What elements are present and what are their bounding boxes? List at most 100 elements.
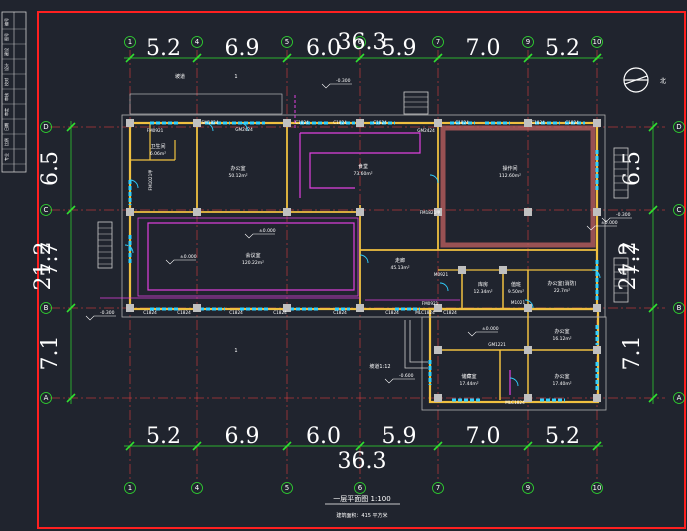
door-label: C1824 [455, 120, 469, 125]
room-label: 办公室16.12m² [552, 328, 571, 342]
svg-text:16.12m²: 16.12m² [552, 336, 571, 342]
column [593, 208, 601, 216]
overall-width-top: 36.3 [338, 30, 387, 55]
door-label: C1824 [229, 310, 243, 315]
title-strip-label: 设计 [3, 63, 9, 71]
grid-label-x: 5 [285, 38, 289, 46]
svg-text:-0.300: -0.300 [336, 78, 351, 84]
grid-label-x: 4 [195, 38, 200, 46]
bay-dim-x: 5.2 [146, 424, 181, 449]
north-arrow-icon: 北 [623, 67, 666, 93]
door-label: C1824 [333, 120, 347, 125]
svg-text:22.7m²: 22.7m² [554, 288, 570, 294]
grid-label-y: B [44, 304, 49, 312]
grid-label-x: 4 [195, 484, 200, 492]
annotation: 坡道1:12 [369, 363, 390, 370]
svg-text:±0.000: ±0.000 [482, 326, 499, 332]
room-label: 走廊45.13m² [390, 257, 409, 271]
grid-label-y: C [677, 206, 682, 214]
bay-dim-x: 6.0 [306, 424, 341, 449]
title-strip-label: 审定 [3, 108, 9, 116]
column [593, 119, 601, 127]
room-label: 会议室120.22m² [242, 252, 264, 266]
door-labels: FM0921 SM1824 GM2424 C1824 C1824 C1824 GM2424 C… [143, 120, 579, 405]
bay-dim-x: 6.9 [225, 36, 260, 61]
bay-dim-x: 6.9 [225, 424, 260, 449]
door-label: M1021 [511, 300, 526, 305]
svg-text:12.34m²: 12.34m² [473, 289, 492, 295]
door-label: FM0921 [422, 301, 439, 306]
title-strip-label: 图号 [3, 33, 9, 41]
svg-text:45.13m²: 45.13m² [390, 265, 409, 271]
door-label: C1824 [273, 310, 287, 315]
column [126, 119, 134, 127]
grid-label-x: 9 [526, 38, 530, 46]
door-swing [439, 282, 449, 292]
title-strip-label: 比例 [3, 138, 9, 146]
grid-label-x: 6 [358, 484, 363, 492]
elevation-mark: ±0.000 [165, 254, 197, 265]
column [434, 346, 442, 354]
column [283, 208, 291, 216]
bay-dim-y: 7.1 [620, 336, 645, 371]
title-strip-label: 建设 [3, 48, 9, 56]
grid-label-x: 10 [593, 484, 602, 492]
svg-text:办公室: 办公室 [554, 328, 569, 335]
room-label: 办公室17.40m² [552, 373, 571, 387]
column [524, 346, 532, 354]
column [593, 304, 601, 312]
grid-label-y: D [43, 123, 48, 131]
bay-dim-x: 5.2 [146, 36, 181, 61]
elevation-mark: -0.300 [321, 78, 352, 89]
svg-text:操作间: 操作间 [502, 165, 517, 172]
bay-dim-x: 6.0 [306, 36, 341, 61]
door-label: MLC1824 [415, 310, 435, 315]
north-label: 北 [660, 77, 666, 85]
svg-text:-0.600: -0.600 [399, 373, 414, 379]
floor-plan-drawing: 编号图号建设设计校对审核审定日期比例专业 1144556677991010 DD… [1, 11, 686, 529]
room-label: 值班9.50m² [508, 281, 524, 295]
door-label: FM0921 [147, 128, 164, 133]
door-label: C1824 [295, 120, 309, 125]
svg-text:9.50m²: 9.50m² [508, 289, 524, 295]
grid-label-x: 1 [128, 38, 132, 46]
svg-text:73.60m²: 73.60m² [353, 171, 372, 177]
column [524, 394, 532, 402]
door-label: GM1221 [488, 342, 506, 347]
bay-dim-x: 5.2 [545, 36, 580, 61]
column [283, 119, 291, 127]
room-label: 操作间112.60m² [499, 165, 521, 179]
bay-dim-x: 5.2 [545, 424, 580, 449]
overall-depth-right: 21.2 [616, 242, 641, 291]
title-strip-label: 校对 [3, 78, 9, 86]
cad-canvas[interactable]: 编号 图号 建设 设计 校对 审核 审定 日期 比例 专业 1 1 4 4 5 5 6 6 7 7 9 9 10 10 DD… [0, 0, 687, 531]
title-strip-label: 审核 [3, 93, 9, 101]
bay-dim-x: 7.0 [466, 36, 501, 61]
svg-text:走廊: 走廊 [395, 257, 405, 264]
bay-dim-y: 7.1 [38, 336, 63, 371]
svg-text:-0.300: -0.300 [100, 310, 115, 316]
column [434, 119, 442, 127]
grid-axes-x: 1144556677991010 [124, 36, 603, 494]
svg-text:±0.000: ±0.000 [601, 220, 618, 226]
door-label: SM1824 [202, 120, 219, 125]
door-label: C1824 [143, 310, 157, 315]
door-label: C1824 [333, 310, 347, 315]
building-plan [97, 91, 629, 411]
svg-text:6.06m²: 6.06m² [150, 151, 166, 157]
elevation-mark: ±0.000 [467, 326, 499, 337]
elevation-mark: ±0.000 [244, 228, 276, 239]
door-swing [429, 174, 439, 184]
grid-label-x: 10 [593, 38, 602, 46]
column [524, 208, 532, 216]
door-label: C1824 [373, 120, 387, 125]
overall-depth-left: 21.2 [31, 242, 56, 291]
svg-text:储藏室: 储藏室 [461, 373, 476, 380]
bay-dim-x: 5.9 [382, 424, 417, 449]
room-label: 卫生间6.06m² [150, 143, 166, 157]
column [356, 208, 364, 216]
column [458, 266, 466, 274]
column [499, 266, 507, 274]
room-label: 办公室50.12m² [228, 165, 247, 179]
annotation: 1 [234, 74, 237, 80]
